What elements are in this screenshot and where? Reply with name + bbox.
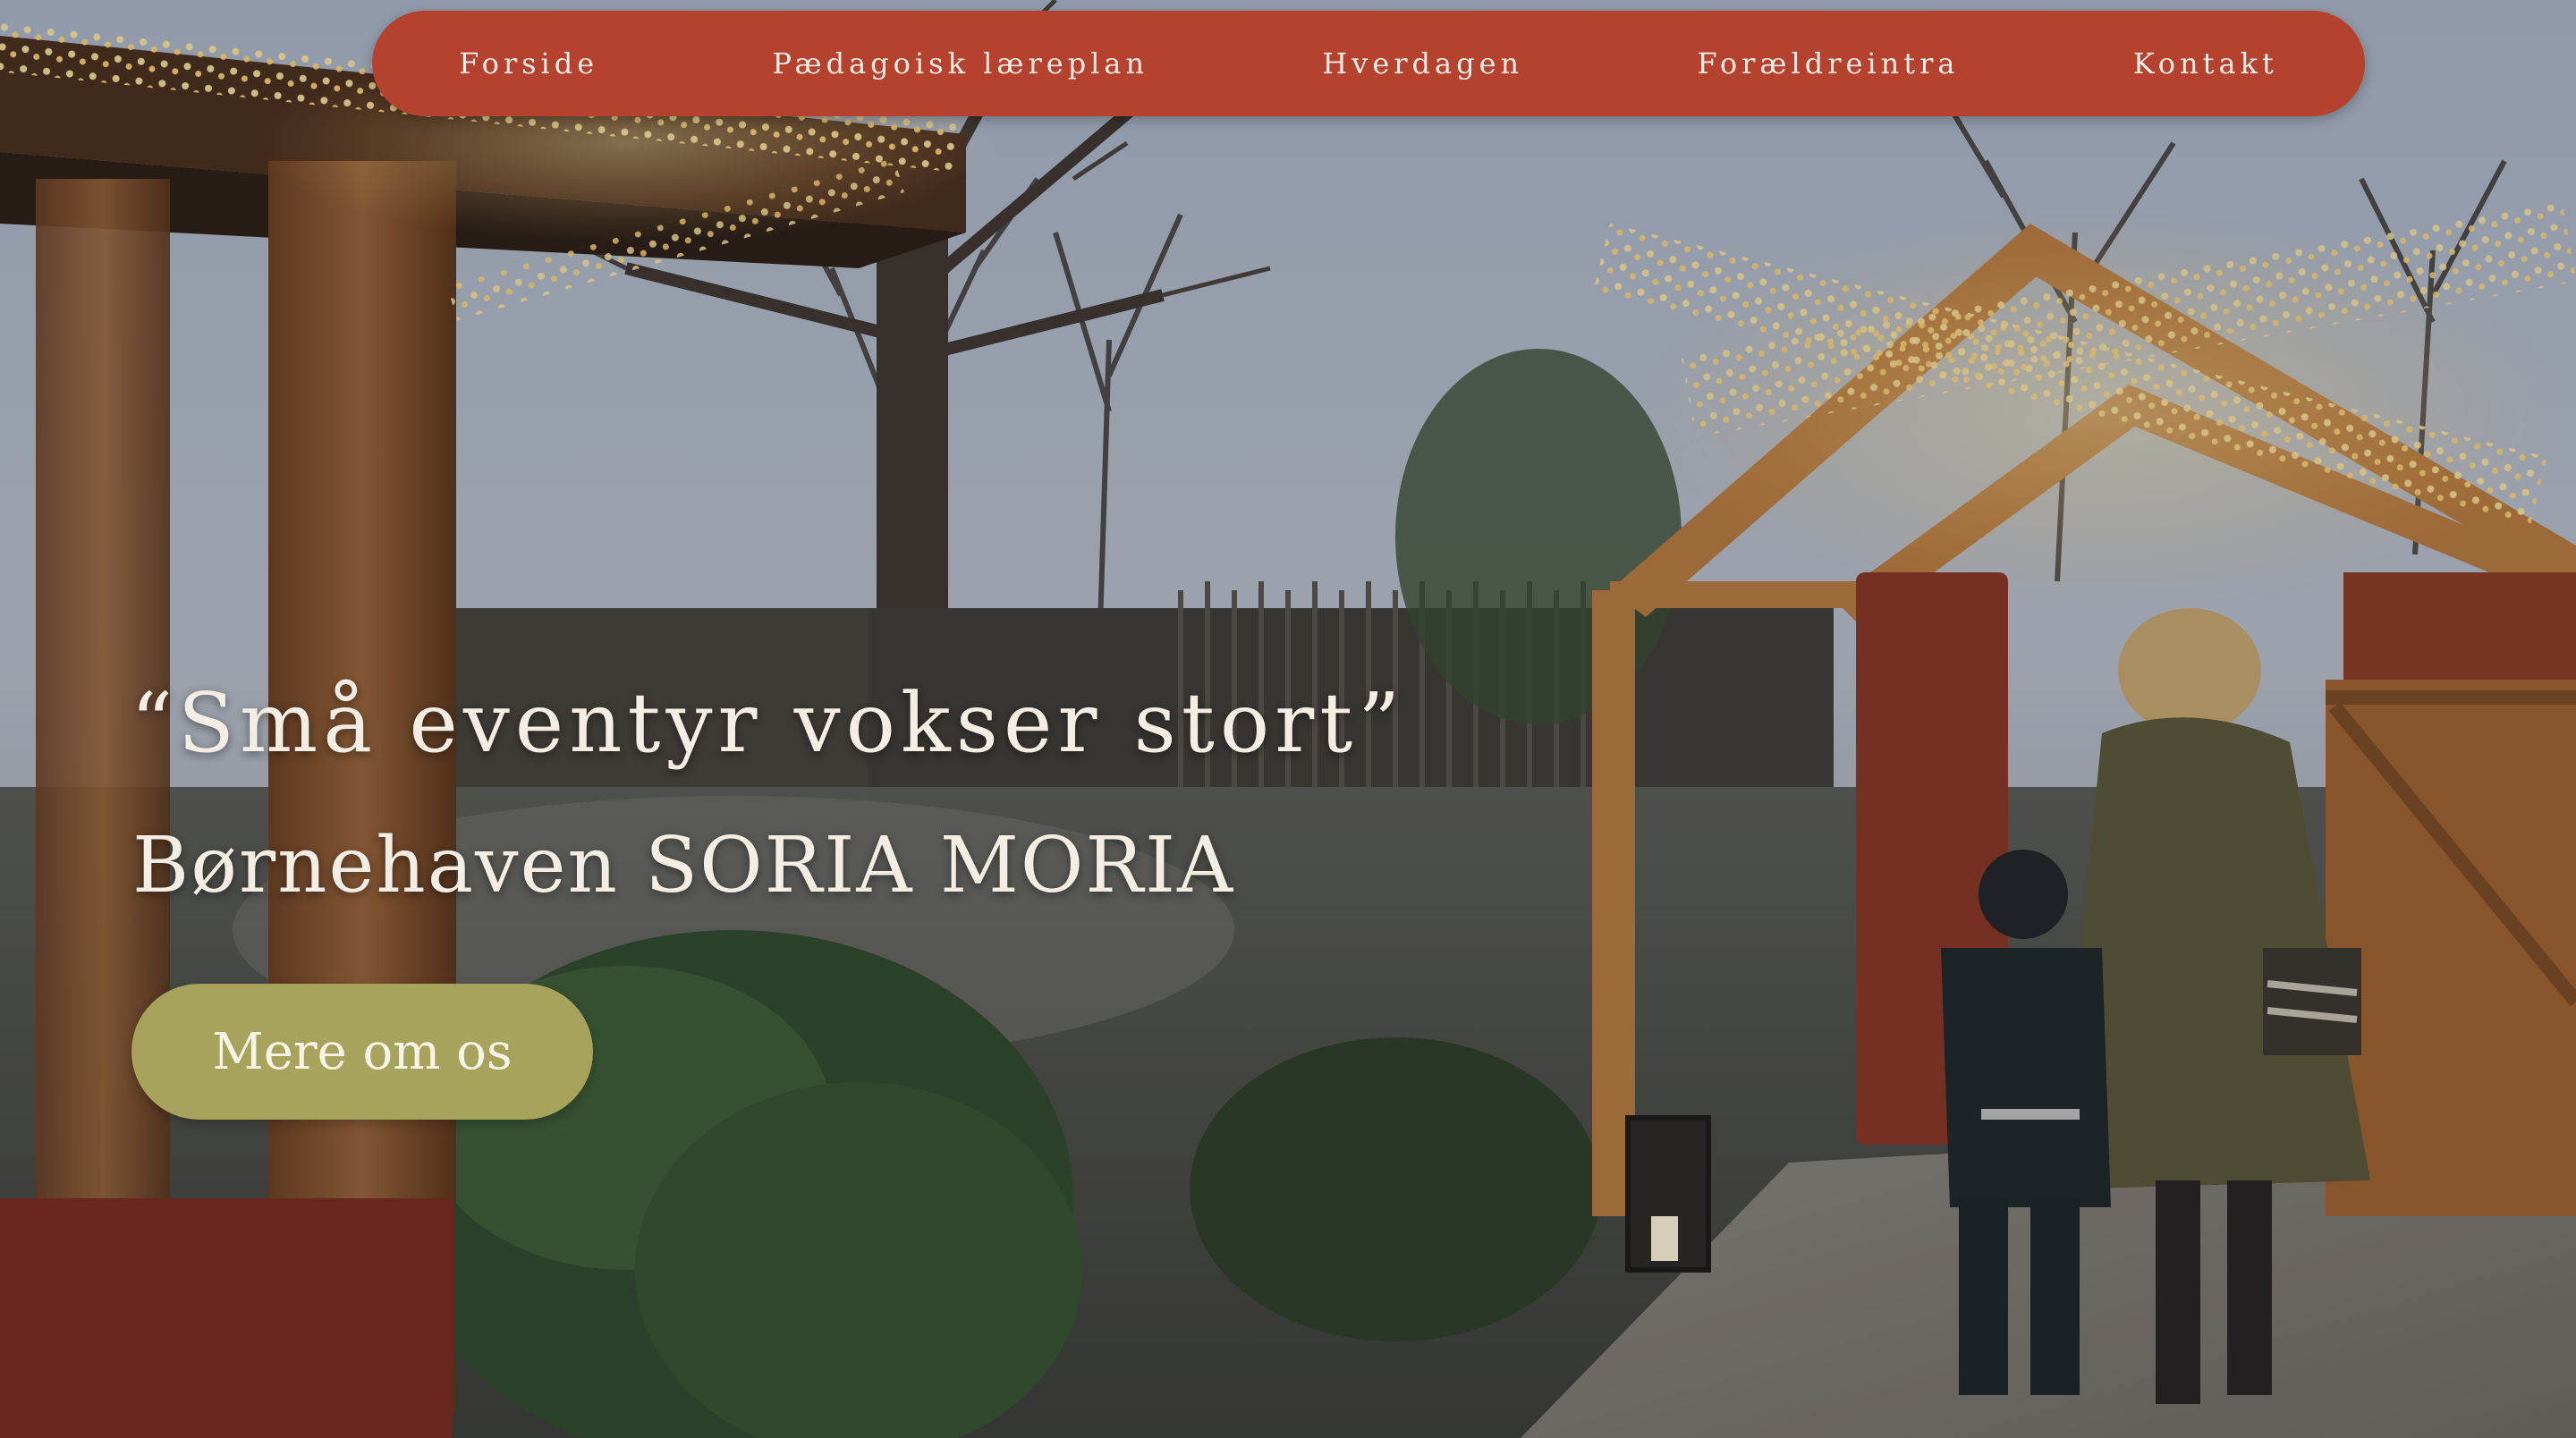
nav-link-forside[interactable]: Forside [439, 38, 618, 89]
hero-quote: “Små eventyr vokser stort” [131, 675, 1406, 771]
nav-link-hverdagen[interactable]: Hverdagen [1302, 38, 1543, 89]
nav-link-foraeldreintra[interactable]: Forældreintra [1677, 38, 1979, 89]
nav-link-kontakt[interactable]: Kontakt [2114, 38, 2298, 89]
nav-link-paedagogisk-laereplan[interactable]: Pædagoisk læreplan [752, 38, 1168, 89]
hero-subtitle: Børnehaven SORIA MORIA [132, 821, 1235, 910]
main-navigation: Forside Pædagoisk læreplan Hverdagen For… [372, 11, 2365, 116]
more-about-us-button[interactable]: Mere om os [131, 984, 593, 1120]
hero-section: Forside Pædagoisk læreplan Hverdagen For… [0, 0, 2576, 1438]
